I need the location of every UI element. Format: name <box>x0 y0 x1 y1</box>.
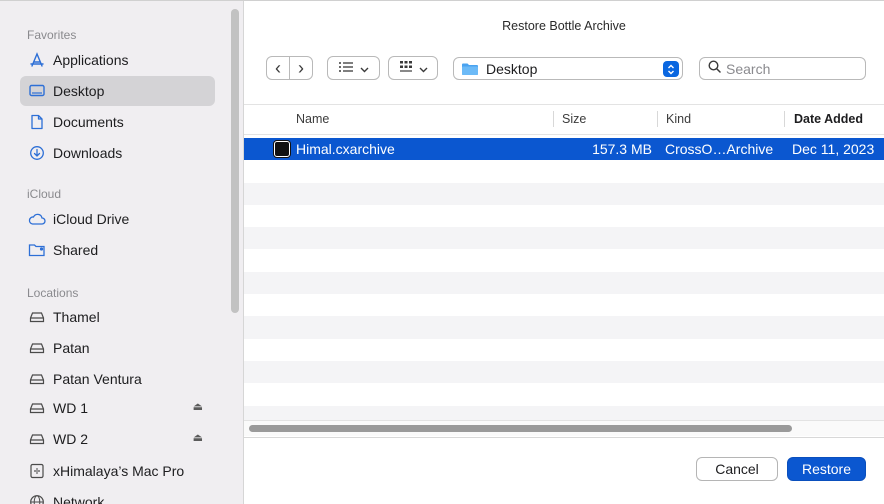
column-header-date-added[interactable]: Date Added <box>794 104 863 134</box>
table-row[interactable]: Himal.cxarchive 157.3 MB CrossO…Archive … <box>244 138 884 161</box>
table-row-empty <box>244 249 884 271</box>
sidebar-item-wd1[interactable]: WD 1 ⏏ <box>20 393 215 423</box>
search-field[interactable] <box>699 57 866 80</box>
table-row-empty <box>244 271 884 295</box>
chevron-right-icon: › <box>298 58 304 78</box>
column-header-size[interactable]: Size <box>562 104 586 134</box>
sidebar-item-label: Patan Ventura <box>53 371 142 387</box>
network-icon <box>28 493 46 504</box>
sidebar-item-thamel[interactable]: Thamel <box>20 302 215 332</box>
drive-icon <box>28 308 46 326</box>
sidebar: Favorites Applications Desktop Documents… <box>0 1 244 504</box>
drive-icon <box>28 399 46 417</box>
chevron-left-icon: ‹ <box>275 58 281 78</box>
column-divider <box>657 111 658 127</box>
drive-icon <box>28 370 46 388</box>
header-divider <box>244 134 884 135</box>
sidebar-item-patan[interactable]: Patan <box>20 333 215 363</box>
list-view-button[interactable] <box>327 56 380 80</box>
sidebar-item-label: Shared <box>53 242 99 258</box>
archive-file-icon <box>274 141 290 158</box>
cloud-icon <box>28 210 46 228</box>
table-row-empty <box>244 360 884 384</box>
forward-button[interactable]: › <box>289 56 313 80</box>
chevron-down-icon <box>419 61 428 76</box>
eject-icon[interactable]: ⏏ <box>193 431 203 444</box>
grid-view-button[interactable] <box>388 56 438 80</box>
eject-icon[interactable]: ⏏ <box>193 400 203 413</box>
dialog-title: Restore Bottle Archive <box>502 19 626 33</box>
sidebar-item-label: xHimalaya’s Mac Pro <box>53 463 185 479</box>
column-divider <box>784 111 785 127</box>
sidebar-item-label: Desktop <box>53 83 105 99</box>
sidebar-item-label: Downloads <box>53 145 123 161</box>
drive-icon <box>28 339 46 357</box>
downloads-icon <box>28 144 46 162</box>
file-kind: CrossO…Archive <box>665 141 774 158</box>
file-browser: Restore Bottle Archive ‹ › Desktop Searc… <box>244 1 884 504</box>
column-divider <box>553 111 554 127</box>
sidebar-item-shared[interactable]: Shared <box>20 235 215 265</box>
sidebar-item-network[interactable]: Network <box>20 487 215 504</box>
drive-icon <box>28 430 46 448</box>
cancel-button[interactable]: Cancel <box>696 457 778 481</box>
footer-divider <box>244 437 884 438</box>
file-name-cell: Himal.cxarchive <box>274 138 395 160</box>
sidebar-item-label: Applications <box>53 52 129 68</box>
sidebar-item-label: Thamel <box>53 309 100 325</box>
sidebar-item-label: WD 1 <box>53 400 88 416</box>
horizontal-scrollbar[interactable] <box>244 420 884 436</box>
restore-button[interactable]: Restore <box>787 457 866 481</box>
back-button[interactable]: ‹ <box>266 56 290 80</box>
desktop-icon <box>28 82 46 100</box>
table-row-empty <box>244 316 884 339</box>
chevron-down-icon <box>360 61 369 76</box>
sidebar-item-mac-pro[interactable]: xHimalaya’s Mac Pro <box>20 456 215 486</box>
sidebar-item-label: Network <box>53 494 105 504</box>
sidebar-item-label: Documents <box>53 114 124 130</box>
location-label: Desktop <box>486 60 538 77</box>
column-header-name[interactable]: Name <box>296 104 329 134</box>
table-row-empty <box>244 405 884 420</box>
sidebar-item-label: WD 2 <box>53 431 88 447</box>
stepper-icon <box>663 61 679 77</box>
table-row-empty <box>244 182 884 205</box>
location-popup[interactable]: Desktop <box>453 57 683 80</box>
sidebar-item-label: iCloud Drive <box>53 211 130 227</box>
file-size: 157.3 MB <box>592 141 652 158</box>
sidebar-item-patan-ventura[interactable]: Patan Ventura <box>20 364 215 394</box>
sidebar-item-label: Patan <box>53 340 90 356</box>
column-header-kind[interactable]: Kind <box>666 104 691 134</box>
table-row-empty <box>244 227 884 250</box>
sidebar-item-applications[interactable]: Applications <box>20 45 215 75</box>
restore-dialog: Favorites Applications Desktop Documents… <box>0 0 884 504</box>
sidebar-scrollbar[interactable] <box>231 9 239 313</box>
folder-icon <box>461 62 479 76</box>
file-name: Himal.cxarchive <box>296 141 395 158</box>
sidebar-section-favorites: Favorites <box>27 28 77 42</box>
table-row-empty <box>244 160 884 182</box>
file-date-added: Dec 11, 2023 <box>792 141 875 158</box>
sidebar-section-icloud: iCloud <box>27 187 62 201</box>
search-icon <box>708 59 721 78</box>
shared-folder-icon <box>28 241 46 259</box>
search-input[interactable] <box>726 60 856 77</box>
table-row-empty <box>244 339 884 361</box>
sidebar-item-icloud-drive[interactable]: iCloud Drive <box>20 204 215 234</box>
scrollbar-thumb[interactable] <box>249 425 792 432</box>
sidebar-item-documents[interactable]: Documents <box>20 107 215 137</box>
list-view-icon <box>338 61 354 76</box>
document-icon <box>28 113 46 131</box>
sidebar-section-locations: Locations <box>27 286 79 300</box>
table-row-empty <box>244 383 884 405</box>
grid-view-icon <box>399 60 413 76</box>
computer-icon <box>28 462 46 480</box>
sidebar-item-desktop[interactable]: Desktop <box>20 76 215 106</box>
table-row-empty <box>244 205 884 227</box>
sidebar-item-downloads[interactable]: Downloads <box>20 138 215 168</box>
table-row-empty <box>244 294 884 316</box>
applications-icon <box>28 51 46 69</box>
sidebar-item-wd2[interactable]: WD 2 ⏏ <box>20 424 215 454</box>
file-list: Himal.cxarchive 157.3 MB CrossO…Archive … <box>244 138 884 420</box>
